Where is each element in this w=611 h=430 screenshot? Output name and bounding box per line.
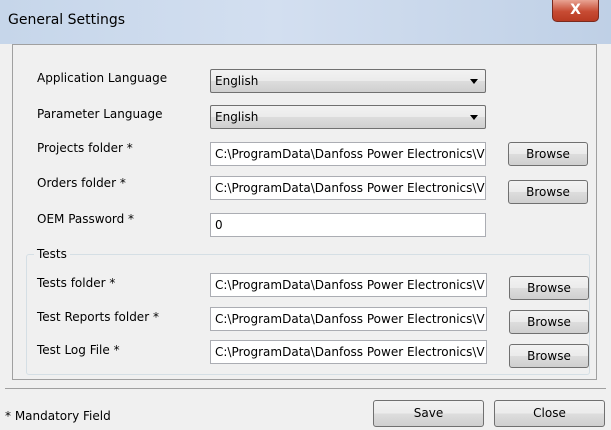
app-language-dropdown[interactable]: English <box>210 69 486 93</box>
divider <box>5 388 606 389</box>
tests-folder-input[interactable]: C:\ProgramData\Danfoss Power Electronics… <box>210 273 487 297</box>
orders-browse-button[interactable]: Browse <box>508 180 588 204</box>
settings-panel: Application Language English Parameter L… <box>12 44 597 380</box>
app-language-label: Application Language <box>37 71 168 85</box>
chevron-down-icon <box>470 79 478 84</box>
param-language-label: Parameter Language <box>37 107 163 121</box>
test-reports-browse-button[interactable]: Browse <box>509 310 589 334</box>
tests-folder-label: Tests folder * <box>37 276 116 290</box>
window-title: General Settings <box>8 12 126 28</box>
general-settings-window: General Settings X Application Language … <box>0 0 611 430</box>
chevron-down-icon <box>470 115 478 120</box>
tests-group: Tests Tests folder * C:\ProgramData\Danf… <box>26 247 590 375</box>
close-window-button[interactable]: X <box>552 0 599 22</box>
tests-browse-button[interactable]: Browse <box>509 276 589 300</box>
oem-password-input[interactable]: 0 <box>210 213 486 237</box>
projects-browse-button[interactable]: Browse <box>508 142 588 166</box>
projects-folder-label: Projects folder * <box>37 141 133 155</box>
test-reports-folder-label: Test Reports folder * <box>37 310 159 324</box>
oem-password-label: OEM Password * <box>37 212 135 226</box>
orders-folder-label: Orders folder * <box>37 176 126 190</box>
param-language-dropdown[interactable]: English <box>210 105 486 129</box>
tests-group-title: Tests <box>34 247 70 261</box>
test-log-browse-button[interactable]: Browse <box>509 344 589 368</box>
projects-folder-input[interactable]: C:\ProgramData\Danfoss Power Electronics… <box>210 142 486 166</box>
test-reports-folder-input[interactable]: C:\ProgramData\Danfoss Power Electronics… <box>210 307 487 331</box>
save-button[interactable]: Save <box>373 400 484 427</box>
title-bar[interactable]: General Settings X <box>0 0 611 44</box>
param-language-value: English <box>215 110 259 124</box>
close-button[interactable]: Close <box>494 400 605 427</box>
test-log-file-input[interactable]: C:\ProgramData\Danfoss Power Electronics… <box>210 340 487 364</box>
orders-folder-input[interactable]: C:\ProgramData\Danfoss Power Electronics… <box>210 176 486 200</box>
app-language-value: English <box>215 74 259 88</box>
mandatory-field-note: * Mandatory Field <box>5 409 111 423</box>
dialog-body: Application Language English Parameter L… <box>5 44 606 430</box>
test-log-file-label: Test Log File * <box>37 343 120 357</box>
